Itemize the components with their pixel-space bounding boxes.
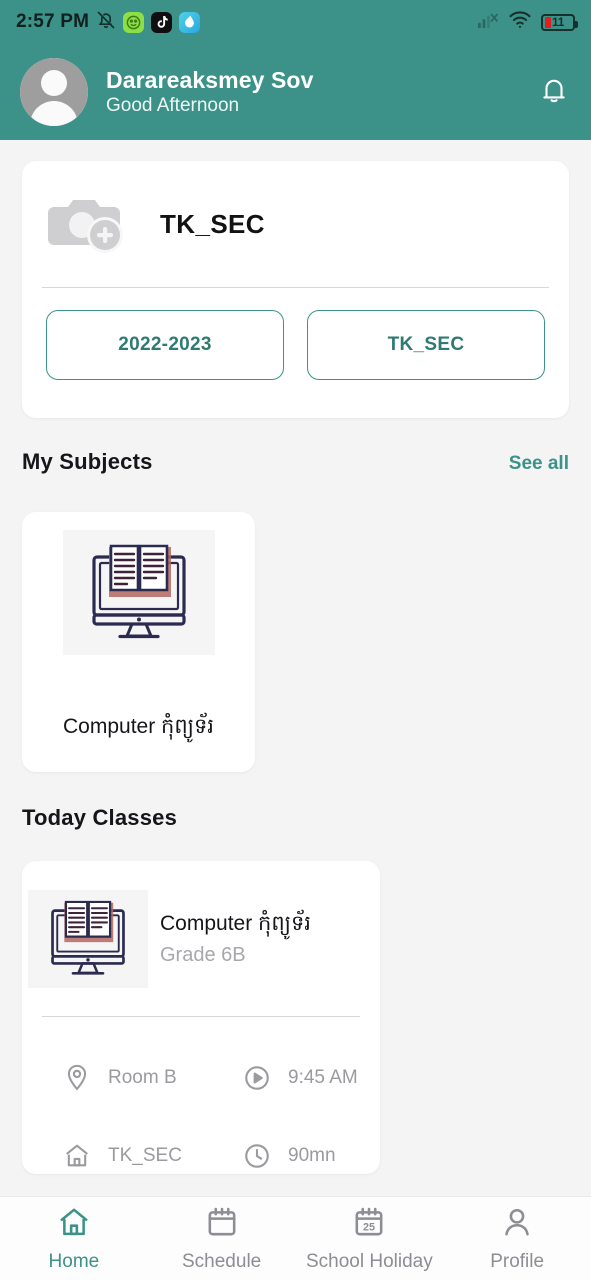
subject-card[interactable]: Computer កុំព្យូទ័រ: [22, 512, 255, 772]
status-bar-left: 2:57 PM: [16, 10, 201, 35]
add-photo-icon[interactable]: [48, 189, 132, 259]
bell-slash-icon: [96, 10, 116, 35]
home-icon: [62, 1141, 92, 1171]
see-all-link[interactable]: See all: [509, 453, 569, 475]
class-card[interactable]: Computer កុំព្យូទ័រ Grade 6B Room B 9:45…: [22, 861, 380, 1174]
location-pin-icon: [62, 1063, 92, 1093]
nav-label-school-holiday: School Holiday: [306, 1250, 433, 1272]
wifi-icon: [508, 10, 532, 34]
school-card-top: TK_SEC: [22, 161, 569, 287]
computer-book-icon: [62, 530, 215, 655]
battery-icon: 11: [541, 13, 578, 31]
nav-item-schedule[interactable]: Schedule: [148, 1205, 296, 1273]
my-subjects-title: My Subjects: [22, 449, 153, 474]
green-app-icon: [123, 11, 145, 33]
status-bar: 2:57 PM 11: [0, 0, 591, 44]
nav-item-home[interactable]: Home: [0, 1205, 148, 1273]
subject-name: Computer កុំព្យូទ័រ: [63, 715, 214, 738]
nav-label-schedule: Schedule: [182, 1250, 262, 1272]
home-icon: [57, 1205, 91, 1244]
app-header: Darareaksmey Sov Good Afternoon: [0, 44, 591, 140]
class-detail-time: 9:45 AM: [242, 1063, 358, 1093]
signal-off-icon: [477, 11, 499, 34]
blue-app-icon: [179, 11, 201, 33]
academic-year-chip[interactable]: 2022-2023: [46, 310, 284, 380]
class-detail-row: TK_SEC 90mn: [62, 1117, 380, 1195]
class-grade: Grade 6B: [160, 944, 246, 966]
class-name: Computer កុំព្យូទ័រ: [160, 912, 311, 935]
notification-bell-icon[interactable]: [537, 73, 571, 111]
class-card-top: Computer កុំព្យូទ័រ Grade 6B: [22, 861, 380, 1016]
school-card-chips: 2022-2023 TK_SEC: [22, 288, 569, 380]
class-time-value: 9:45 AM: [288, 1067, 358, 1088]
nav-item-profile[interactable]: Profile: [443, 1205, 591, 1273]
class-detail-duration: 90mn: [242, 1141, 336, 1171]
class-details: Room B 9:45 AM TK_SEC 90mn: [22, 1017, 380, 1195]
class-detail-school: TK_SEC: [62, 1141, 242, 1171]
class-card-text: Computer កុំព្យូទ័រ Grade 6B: [160, 910, 311, 967]
class-room-value: Room B: [108, 1067, 177, 1088]
class-duration-value: 90mn: [288, 1145, 336, 1166]
bottom-navigation: Home Schedule 25 School Holiday Profile: [0, 1196, 591, 1280]
user-name: Darareaksmey Sov: [106, 67, 314, 93]
calendar-25-icon: 25: [352, 1205, 386, 1244]
greeting-text: Good Afternoon: [106, 95, 240, 116]
class-detail-room: Room B: [62, 1063, 242, 1093]
school-name: TK_SEC: [160, 208, 265, 239]
app-root: 2:57 PM 11 Darareaksmey Sov Good Afterno…: [0, 0, 591, 1280]
battery-level: 11: [552, 14, 565, 29]
my-subjects-header: My Subjects See all: [22, 449, 569, 475]
play-circle-icon: [242, 1063, 272, 1093]
computer-book-icon: [28, 889, 148, 988]
status-time: 2:57 PM: [16, 11, 90, 32]
clock-icon: [242, 1141, 272, 1171]
status-bar-right: 11: [477, 10, 578, 34]
person-icon: [500, 1205, 534, 1244]
today-classes-header: Today Classes: [22, 805, 569, 831]
nav-label-profile: Profile: [490, 1250, 545, 1272]
header-text: Darareaksmey Sov Good Afternoon: [106, 67, 313, 117]
school-chip[interactable]: TK_SEC: [307, 310, 545, 380]
calendar-icon: [205, 1205, 239, 1244]
class-school-value: TK_SEC: [108, 1145, 182, 1166]
today-classes-title: Today Classes: [22, 805, 178, 830]
nav-item-school-holiday[interactable]: 25 School Holiday: [296, 1205, 444, 1273]
nav-label-home: Home: [48, 1250, 100, 1272]
svg-text:25: 25: [363, 1221, 375, 1233]
school-card[interactable]: TK_SEC 2022-2023 TK_SEC: [22, 161, 569, 418]
class-detail-row: Room B 9:45 AM: [62, 1039, 380, 1117]
tiktok-app-icon: [151, 11, 173, 33]
avatar[interactable]: [20, 58, 88, 126]
